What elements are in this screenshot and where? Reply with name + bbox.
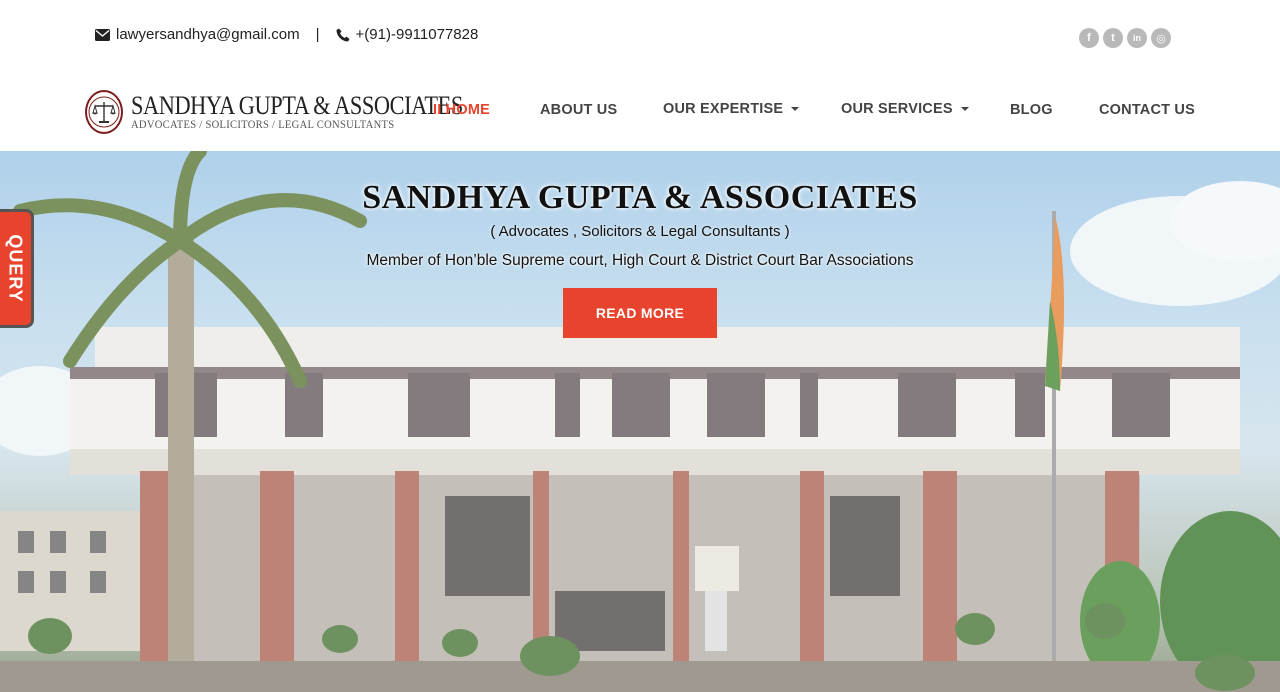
top-bar: lawyersandhya@gmail.com | +(91)-99110778… [0,0,1280,72]
nav-contact-us[interactable]: CONTACT US [1099,102,1195,118]
hero-membership-text: Member of Hon’ble Supreme court, High Co… [366,252,914,269]
logo-name: SANDHYA GUPTA & ASSOCIATES [131,91,463,120]
nav-home[interactable]: II HOME [433,102,490,118]
query-tab[interactable]: QUERY [0,209,34,328]
logo-tagline: ADVOCATES / SOLICITORS / LEGAL CONSULTAN… [131,119,395,131]
phone-icon [336,28,350,42]
nav-services-label: OUR SERVICES [841,101,953,117]
twitter-icon[interactable]: t [1103,28,1123,48]
hero-subtitle: ( Advocates , Solicitors & Legal Consult… [490,223,790,240]
nav-our-services[interactable]: OUR SERVICES [841,101,969,117]
hero-title: SANDHYA GUPTA & ASSOCIATES [362,179,918,216]
main-navbar: SANDHYA GUPTA & ASSOCIATES ADVOCATES / S… [0,72,1280,151]
contact-separator: | [315,26,320,43]
linkedin-icon[interactable]: in [1127,28,1147,48]
nav-about-label: ABOUT US [540,102,618,118]
site-logo[interactable]: SANDHYA GUPTA & ASSOCIATES ADVOCATES / S… [85,88,463,136]
query-tab-label: QUERY [6,234,26,303]
nav-home-label: II HOME [433,102,490,118]
caret-down-icon [791,107,800,111]
nav-about-us[interactable]: ABOUT US [540,102,617,118]
phone-link[interactable]: +(91)-9911077828 [356,26,479,43]
nav-our-expertise[interactable]: OUR EXPERTISE [663,101,800,117]
envelope-icon [95,28,110,41]
scales-of-justice-icon [85,90,123,134]
hero-banner: SANDHYA GUPTA & ASSOCIATES ( Advocates ,… [0,151,1280,692]
social-links: f t in ◎ [1079,28,1171,48]
read-more-button[interactable]: READ MORE [563,288,717,338]
nav-expertise-label: OUR EXPERTISE [663,101,784,117]
nav-blog-label: BLOG [1010,102,1053,118]
caret-down-icon [960,107,969,111]
nav-contact-label: CONTACT US [1099,102,1195,118]
instagram-icon[interactable]: ◎ [1151,28,1171,48]
facebook-icon[interactable]: f [1079,28,1099,48]
nav-blog[interactable]: BLOG [1010,102,1053,118]
contact-info: lawyersandhya@gmail.com | +(91)-99110778… [95,26,478,43]
email-link[interactable]: lawyersandhya@gmail.com [116,26,300,43]
